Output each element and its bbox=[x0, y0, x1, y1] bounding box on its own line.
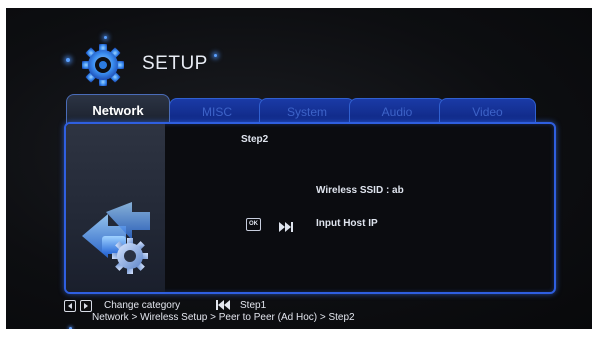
footer-hints: Change category Step1 Network > Wireless… bbox=[64, 300, 564, 329]
input-host-ip-label: Input Host IP bbox=[316, 218, 378, 229]
wireless-ssid: Wireless SSID : ab bbox=[316, 185, 404, 196]
setup-screen: SETUP MISC System Audio Video Network St… bbox=[6, 8, 592, 329]
glow-dot bbox=[69, 327, 72, 329]
tab-video[interactable]: Video bbox=[439, 98, 536, 124]
network-panel: Step2 Wireless SSID : ab OK Input Host I… bbox=[64, 122, 556, 294]
breadcrumb: Network > Wireless Setup > Peer to Peer … bbox=[92, 312, 355, 323]
step-title: Step2 bbox=[241, 134, 269, 145]
left-arrow-key-icon bbox=[64, 300, 76, 312]
change-category-hint: Change category bbox=[104, 300, 181, 311]
glow-dot bbox=[66, 58, 70, 62]
tab-system[interactable]: System bbox=[259, 98, 355, 124]
tab-misc[interactable]: MISC bbox=[169, 98, 265, 124]
network-side-art bbox=[66, 124, 165, 292]
next-icon bbox=[279, 219, 293, 232]
network-settings-icon bbox=[76, 196, 160, 280]
glow-dot bbox=[104, 36, 107, 39]
previous-icon bbox=[216, 300, 230, 310]
page-title: SETUP bbox=[142, 53, 208, 74]
setup-header: SETUP bbox=[64, 36, 284, 88]
tab-bar: MISC System Audio Video Network bbox=[66, 94, 536, 126]
glow-dot bbox=[214, 54, 217, 57]
step-back-hint: Step1 bbox=[240, 300, 267, 311]
tab-audio[interactable]: Audio bbox=[349, 98, 445, 124]
gear-icon bbox=[80, 42, 126, 88]
right-arrow-key-icon bbox=[80, 300, 92, 312]
input-host-ip-row[interactable]: OK Input Host IP bbox=[246, 218, 446, 232]
ok-button-icon: OK bbox=[246, 218, 261, 231]
